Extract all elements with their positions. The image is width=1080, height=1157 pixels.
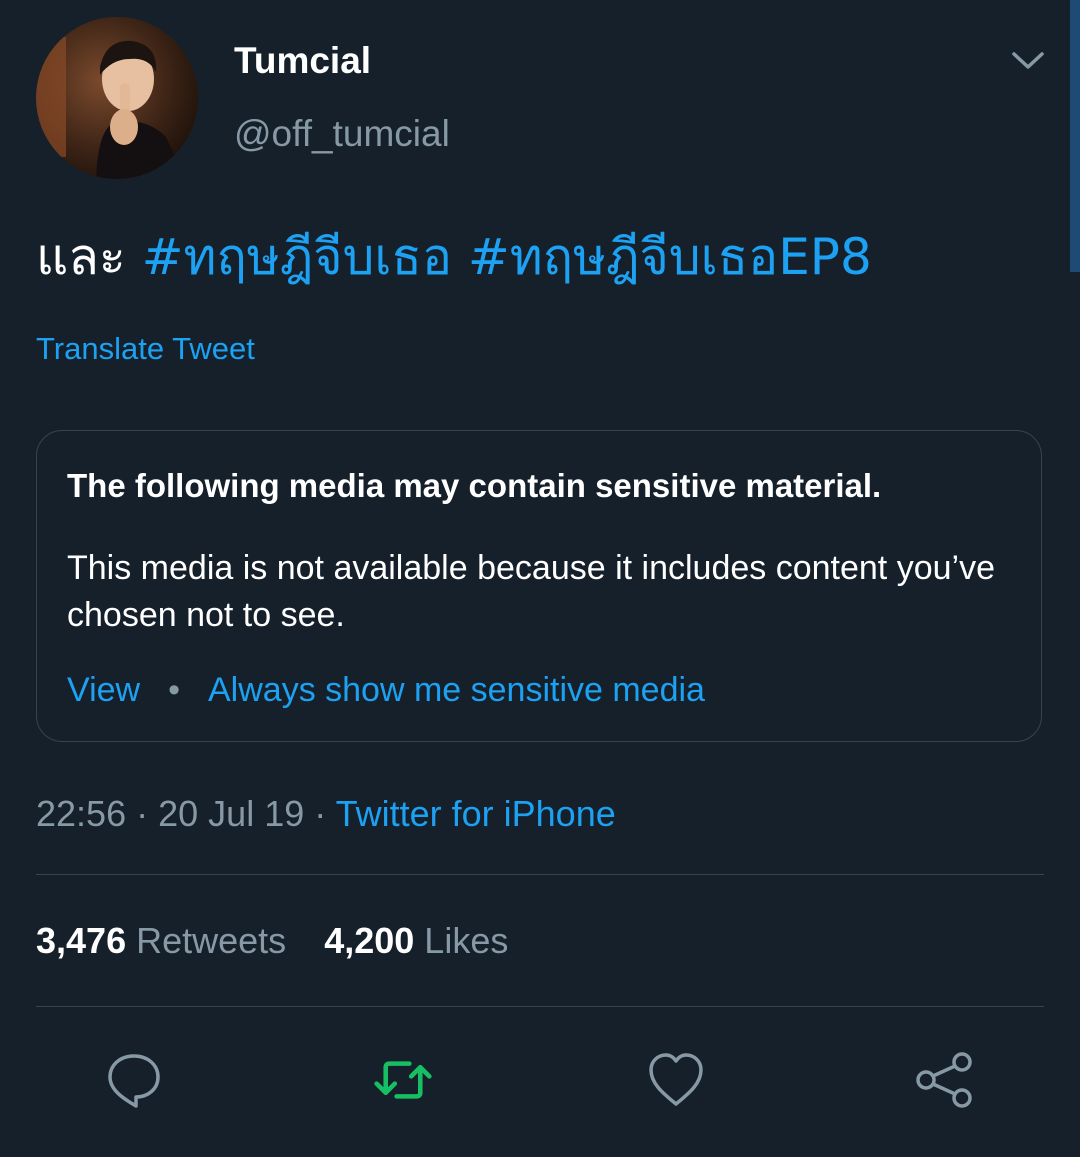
hashtag-link[interactable]: #ทฤษฎีจีบเธอ bbox=[142, 228, 452, 286]
meta-separator: · bbox=[314, 793, 327, 834]
retweets-count: 3,476 bbox=[36, 920, 127, 961]
likes-stat[interactable]: 4,200 Likes bbox=[324, 920, 508, 961]
share-nodes-icon[interactable] bbox=[914, 1050, 974, 1110]
tweet-stats: 3,476 Retweets 4,200 Likes bbox=[36, 920, 508, 962]
view-media-link[interactable]: View bbox=[67, 671, 140, 709]
retweet-arrows-icon[interactable] bbox=[373, 1050, 433, 1110]
tweet-source-link[interactable]: Twitter for iPhone bbox=[336, 793, 616, 834]
sensitive-media-body: This media is not available because it i… bbox=[67, 549, 995, 634]
likes-label: Likes bbox=[424, 920, 509, 961]
tweet-text: และ #ทฤษฎีจีบเธอ #ทฤษฎีจีบเธอEP8 bbox=[36, 226, 872, 288]
retweets-label: Retweets bbox=[136, 920, 287, 961]
speech-bubble-icon[interactable] bbox=[104, 1050, 164, 1110]
author-display-name[interactable]: Tumcial bbox=[234, 40, 371, 82]
divider bbox=[36, 874, 1044, 875]
sensitive-media-notice: The following media may contain sensitiv… bbox=[36, 430, 1042, 742]
sensitive-media-title: The following media may contain sensitiv… bbox=[67, 467, 882, 504]
translate-tweet-link[interactable]: Translate Tweet bbox=[36, 331, 255, 367]
scrollbar[interactable] bbox=[1070, 0, 1080, 272]
tweet-time: 22:56 bbox=[36, 793, 127, 834]
always-show-sensitive-link[interactable]: Always show me sensitive media bbox=[208, 671, 705, 709]
tweet-detail-page: Tumcial @off_tumcial และ #ทฤษฎีจีบเธอ #ท… bbox=[0, 0, 1080, 1157]
separator-dot: • bbox=[168, 671, 180, 709]
tweet-text-prefix: และ bbox=[36, 228, 126, 286]
heart-icon[interactable] bbox=[646, 1050, 706, 1110]
tweet-meta: 22:56 · 20 Jul 19 · Twitter for iPhone bbox=[36, 793, 616, 835]
chevron-down-icon[interactable] bbox=[1008, 44, 1048, 76]
hashtag-link[interactable]: #ทฤษฎีจีบเธอEP8 bbox=[468, 228, 872, 286]
retweets-stat[interactable]: 3,476 Retweets bbox=[36, 920, 286, 961]
avatar[interactable] bbox=[36, 17, 198, 179]
divider bbox=[36, 1006, 1044, 1007]
author-handle[interactable]: @off_tumcial bbox=[234, 113, 450, 155]
likes-count: 4,200 bbox=[324, 920, 415, 961]
tweet-date: 20 Jul 19 bbox=[158, 793, 305, 834]
sensitive-media-actions: View • Always show me sensitive media bbox=[67, 671, 705, 710]
meta-separator: · bbox=[136, 793, 149, 834]
